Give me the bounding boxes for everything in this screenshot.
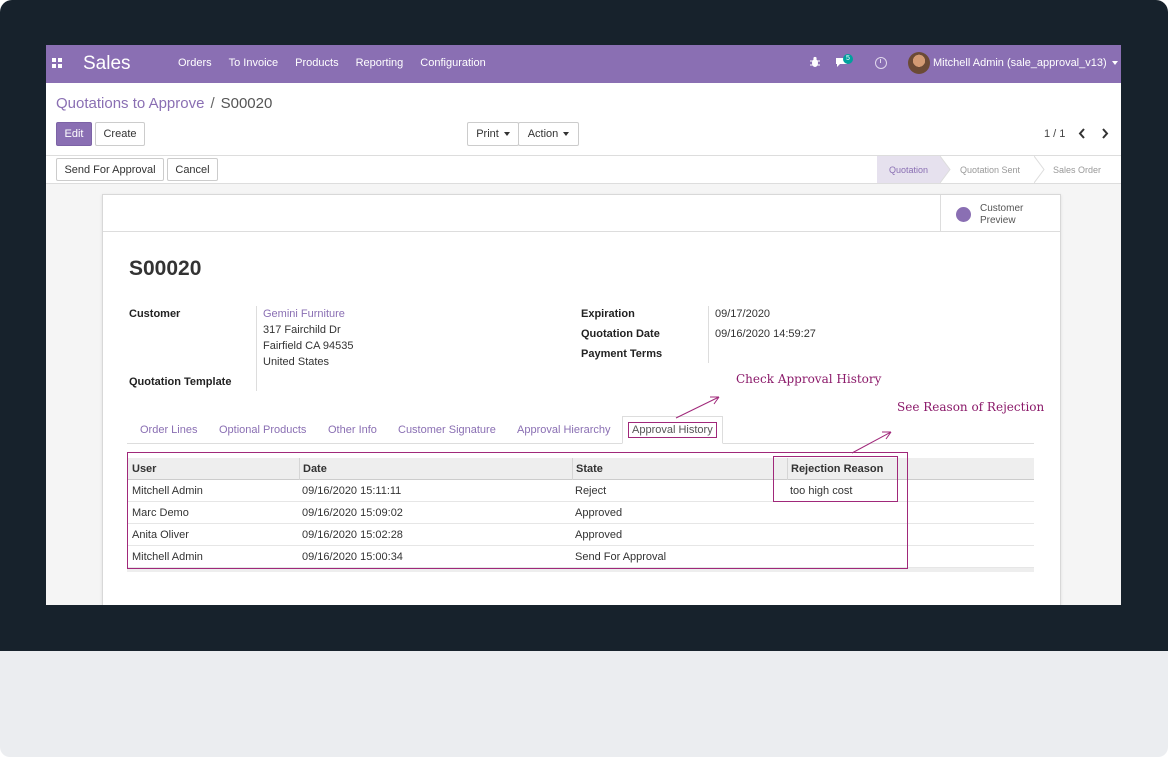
quotation-date-label: Quotation Date <box>581 328 660 340</box>
stage-sales-order[interactable]: Sales Order <box>1053 156 1101 183</box>
breadcrumb-current: S00020 <box>220 95 273 112</box>
user-menu[interactable]: Mitchell Admin (sale_approval_v13) <box>933 57 1118 69</box>
customer-preview-label-line2: Preview <box>980 215 1016 226</box>
tab-approval-hierarchy[interactable]: Approval Hierarchy <box>517 416 611 444</box>
notebook-tabs: Order Lines Optional Products Other Info… <box>127 416 1034 444</box>
annotation-arrow-icon <box>675 396 720 419</box>
app-brand[interactable]: Sales <box>83 53 131 75</box>
create-button[interactable]: Create <box>95 122 145 146</box>
payment-terms-label: Payment Terms <box>581 348 663 360</box>
breadcrumb: Quotations to Approve / S00020 <box>56 95 272 112</box>
menu-item-configuration[interactable]: Configuration <box>420 57 485 69</box>
customer-address-line3: United States <box>263 356 330 368</box>
globe-icon <box>956 207 971 222</box>
menu-item-reporting[interactable]: Reporting <box>356 57 404 69</box>
apps-menu-icon[interactable] <box>52 58 62 68</box>
chevron-down-icon <box>503 132 510 136</box>
device-frame: Sales Orders To Invoice Products Reporti… <box>0 0 1168 757</box>
annotation-check-history: Check Approval History <box>736 372 882 386</box>
send-for-approval-button[interactable]: Send For Approval <box>56 158 164 181</box>
debug-bug-icon[interactable] <box>810 56 820 68</box>
breadcrumb-separator: / <box>210 95 215 112</box>
menu-item-orders[interactable]: Orders <box>178 57 212 69</box>
main-menu: Orders To Invoice Products Reporting Con… <box>178 57 486 69</box>
quotation-template-label: Quotation Template <box>129 376 232 388</box>
record-title: S00020 <box>129 257 202 280</box>
customer-label: Customer <box>129 308 181 320</box>
edit-button[interactable]: Edit <box>56 122 92 146</box>
annotation-arrow-icon <box>851 431 892 454</box>
field-divider <box>256 306 257 391</box>
stage-separator <box>1034 156 1045 183</box>
top-navbar: Sales Orders To Invoice Products Reporti… <box>46 45 1121 83</box>
user-name: Mitchell Admin (sale_approval_v13) <box>933 57 1107 69</box>
customer-link[interactable]: Gemini Furniture <box>263 308 345 320</box>
tab-optional-products[interactable]: Optional Products <box>219 416 306 444</box>
tab-other-info[interactable]: Other Info <box>328 416 377 444</box>
smart-button-box: Customer Preview <box>103 195 1060 232</box>
user-avatar[interactable] <box>908 52 930 74</box>
print-label: Print <box>476 128 499 140</box>
breadcrumb-parent[interactable]: Quotations to Approve <box>56 95 204 112</box>
expiration-label: Expiration <box>581 308 635 320</box>
form-sheet: Customer Preview S00020 Customer Gemini F… <box>102 194 1061 605</box>
chevron-down-icon <box>1111 61 1118 66</box>
form-statusbar: Send For Approval Cancel Quotation Quota… <box>46 155 1121 184</box>
field-divider <box>708 306 709 363</box>
menu-item-products[interactable]: Products <box>295 57 338 69</box>
customer-address-line1: 317 Fairchild Dr <box>263 324 341 336</box>
cancel-button[interactable]: Cancel <box>167 158 218 181</box>
stage-separator <box>940 156 951 183</box>
expiration-value[interactable]: 09/17/2020 <box>715 308 770 320</box>
pager-previous-icon[interactable] <box>1078 128 1086 139</box>
rejection-reason-highlight-box <box>773 456 898 502</box>
tab-customer-signature[interactable]: Customer Signature <box>398 416 496 444</box>
stage-quotation[interactable]: Quotation <box>877 156 940 183</box>
pager-value[interactable]: 1 / 1 <box>1044 128 1065 140</box>
menu-item-to-invoice[interactable]: To Invoice <box>229 57 279 69</box>
chevron-down-icon <box>563 132 570 136</box>
customer-preview-label-line1: Customer <box>980 203 1024 214</box>
monitor-chin <box>0 651 1168 757</box>
tab-order-lines[interactable]: Order Lines <box>140 416 197 444</box>
activities-clock-icon[interactable] <box>875 57 887 69</box>
customer-preview-button[interactable]: Customer Preview <box>940 195 1060 232</box>
annotation-see-reason: See Reason of Rejection <box>897 400 1045 414</box>
pager-next-icon[interactable] <box>1101 128 1109 139</box>
print-button[interactable]: Print <box>467 122 519 146</box>
action-button[interactable]: Action <box>518 122 579 146</box>
action-label: Action <box>527 128 559 140</box>
quotation-date-value[interactable]: 09/16/2020 14:59:27 <box>715 328 816 340</box>
tab-approval-history-label: Approval History <box>628 422 717 438</box>
app-screen: Sales Orders To Invoice Products Reporti… <box>46 45 1121 605</box>
messages-count-badge: 5 <box>843 54 853 64</box>
customer-address-line2: Fairfield CA 94535 <box>263 340 354 352</box>
customer-preview-label: Customer Preview <box>980 203 1050 227</box>
stage-quotation-sent[interactable]: Quotation Sent <box>960 156 1020 183</box>
